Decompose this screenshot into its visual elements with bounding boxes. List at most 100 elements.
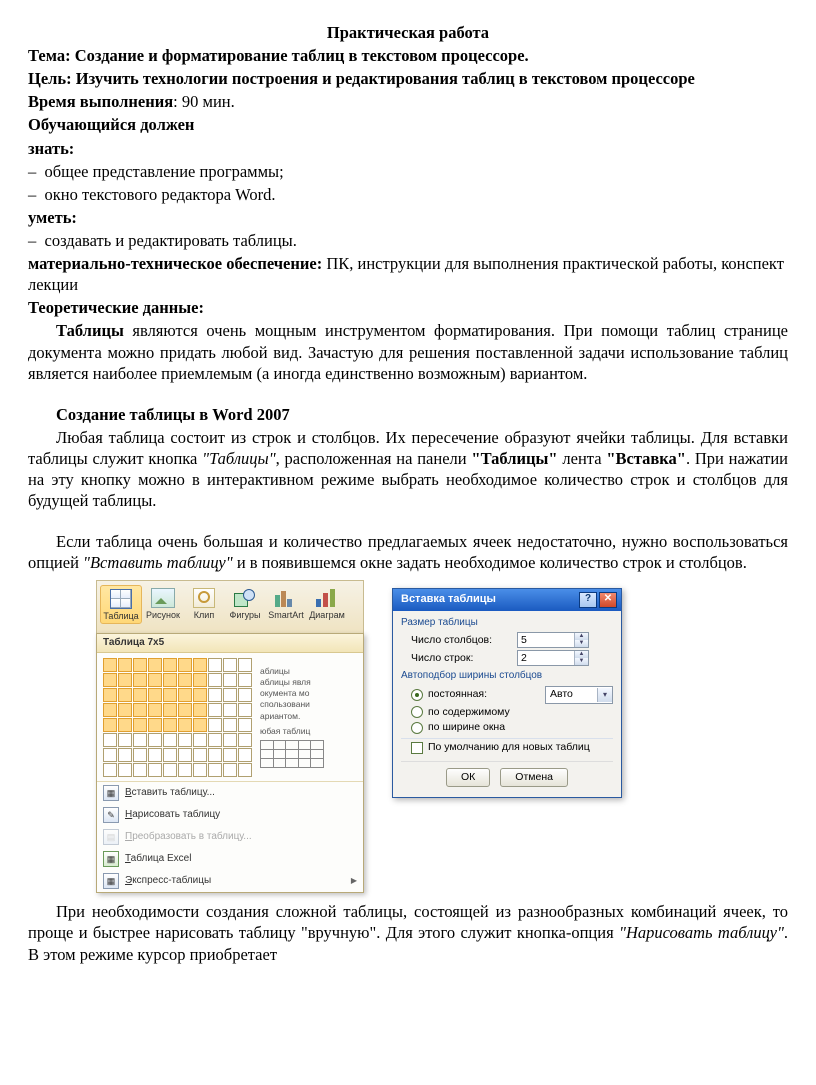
can-label: уметь: xyxy=(28,207,788,228)
radio-window[interactable]: по ширине окна xyxy=(411,721,613,734)
time-label: Время выполнения xyxy=(28,92,173,111)
doc-line: ариантом. xyxy=(260,711,324,722)
menu-label: Вставить таблицу... xyxy=(125,787,215,800)
ribbon-label: Таблица xyxy=(103,612,138,621)
chevron-right-icon: ▶ xyxy=(351,876,357,886)
picture-icon xyxy=(151,587,175,609)
section-heading: Создание таблицы в Word 2007 xyxy=(28,404,788,425)
p2-d: "Таблицы" xyxy=(471,449,557,468)
topic-text: Создание и форматирование таблиц в текст… xyxy=(75,46,529,65)
menu-draw-table[interactable]: ✎ Нарисовать таблицу xyxy=(97,804,363,826)
p2-b: "Таблицы" xyxy=(202,449,275,468)
combo-value: Авто xyxy=(546,687,597,702)
know-label: знать: xyxy=(28,138,788,159)
menu-label: Нарисовать таблицу xyxy=(125,809,220,822)
spin-up-icon[interactable]: ▲ xyxy=(574,651,588,658)
help-button[interactable]: ? xyxy=(579,592,597,608)
p2-f: "Вставка" xyxy=(606,449,686,468)
insert-table-dialog-figure: Вставка таблицы ? ✕ Размер таблицы Число… xyxy=(392,588,622,799)
ribbon-label: Диаграм xyxy=(309,611,345,620)
menu-insert-table[interactable]: ▦Вставить таблицу... xyxy=(97,782,363,804)
goal-line: Цель: Изучить технологии построения и ре… xyxy=(28,68,788,89)
smartart-icon xyxy=(274,587,298,609)
close-button[interactable]: ✕ xyxy=(599,592,617,608)
table-size-grid[interactable] xyxy=(103,658,252,777)
p1-lead: Таблицы xyxy=(56,321,124,340)
flyout-header: Таблица 7x5 xyxy=(97,634,363,654)
pencil-icon: ✎ xyxy=(103,807,119,823)
ribbon-chart-button[interactable]: Диаграм xyxy=(307,585,347,624)
doc-line: спользовани xyxy=(260,699,324,710)
radio-label: по содержимому xyxy=(428,706,510,719)
radio-fixed[interactable]: постоянная: Авто▾ xyxy=(411,686,613,703)
ribbon-label: Рисунок xyxy=(146,611,180,620)
group-size-label: Размер таблицы xyxy=(401,617,613,630)
time-value: : 90 мин. xyxy=(173,92,235,111)
radio-contents[interactable]: по содержимому xyxy=(411,706,613,719)
time-line: Время выполнения: 90 мин. xyxy=(28,91,788,112)
radio-icon xyxy=(411,689,423,701)
table-icon xyxy=(109,588,133,610)
document-title: Практическая работа xyxy=(28,22,788,43)
dialog-body: Размер таблицы Число столбцов: ▲▼ Число … xyxy=(393,611,621,798)
fixed-width-combo[interactable]: Авто▾ xyxy=(545,686,613,703)
p1-body: являются очень мощным инструментом форма… xyxy=(28,321,788,382)
resources-label: материально-техническое обеспечение: xyxy=(28,254,322,273)
doc-line: аблицы явля xyxy=(260,677,324,688)
doc-preview-table xyxy=(260,740,324,768)
menu-label: Преобразовать в таблицу... xyxy=(125,831,252,844)
paragraph-3: Если таблица очень большая и количество … xyxy=(28,531,788,573)
resources-line: материально-техническое обеспечение: ПК,… xyxy=(28,253,788,295)
rows-label: Число строк: xyxy=(411,652,511,665)
word-ribbon-figure: Таблица Рисунок Клип Фигуры SmartArt Диа… xyxy=(96,580,364,894)
know-item: окно текстового редактора Word. xyxy=(28,184,788,205)
paragraph-1: Таблицы являются очень мощным инструмент… xyxy=(28,320,788,383)
figures-row: Таблица Рисунок Клип Фигуры SmartArt Диа… xyxy=(96,580,788,894)
spin-up-icon[interactable]: ▲ xyxy=(574,633,588,640)
default-checkbox[interactable]: По умолчанию для новых таблиц xyxy=(411,741,613,754)
ribbon-picture-button[interactable]: Рисунок xyxy=(143,585,183,624)
doc-preview: аблицы аблицы явля окумента мо спользова… xyxy=(260,658,324,777)
menu-quick-tables[interactable]: ▦Экспресс-таблицы▶ xyxy=(97,870,363,892)
p3-c: и в появившемся окне задать необходимое … xyxy=(233,553,747,572)
cols-input[interactable] xyxy=(518,633,574,647)
doc-line: окумента мо xyxy=(260,688,324,699)
paragraph-4: При необходимости создания сложной табли… xyxy=(28,901,788,964)
paragraph-2: Любая таблица состоит из строк и столбцо… xyxy=(28,427,788,511)
goal-text: Изучить технологии построения и редактир… xyxy=(76,69,695,88)
excel-icon: ▦ xyxy=(103,851,119,867)
ribbon-shapes-button[interactable]: Фигуры xyxy=(225,585,265,624)
ribbon-smartart-button[interactable]: SmartArt xyxy=(266,585,306,624)
spin-down-icon[interactable]: ▼ xyxy=(574,640,588,647)
menu-excel-table[interactable]: ▦ Таблица Excel xyxy=(97,848,363,870)
shapes-icon xyxy=(233,587,257,609)
rows-spinner[interactable]: ▲▼ xyxy=(517,650,589,666)
menu-convert-table: ▤Преобразовать в таблицу... xyxy=(97,826,363,848)
learner-heading: Обучающийся должен xyxy=(28,114,788,135)
menu-label: Таблица Excel xyxy=(125,853,191,866)
goal-label: Цель: xyxy=(28,69,72,88)
topic-label: Тема: xyxy=(28,46,71,65)
table-flyout: Таблица 7x5 аблицы аблицы явля окумента … xyxy=(96,633,364,894)
ribbon-clip-button[interactable]: Клип xyxy=(184,585,224,624)
group-autofit-label: Автоподбор ширины столбцов xyxy=(401,670,613,683)
dialog-title: Вставка таблицы xyxy=(401,592,496,606)
dialog-titlebar: Вставка таблицы ? ✕ xyxy=(393,589,621,611)
theory-heading: Теоретические данные: xyxy=(28,297,788,318)
ribbon-table-button[interactable]: Таблица xyxy=(100,585,142,624)
rows-input[interactable] xyxy=(518,651,574,665)
p2-c: , расположенная на панели xyxy=(276,449,472,468)
cancel-button[interactable]: Отмена xyxy=(500,768,568,787)
doc-line: аблицы xyxy=(260,666,324,677)
checkbox-label: По умолчанию для новых таблиц xyxy=(428,741,590,754)
flyout-menu: ▦Вставить таблицу... ✎Нарисовать таблицу… xyxy=(97,781,363,892)
spin-down-icon[interactable]: ▼ xyxy=(574,658,588,665)
ok-button[interactable]: ОК xyxy=(446,768,490,787)
radio-icon xyxy=(411,706,423,718)
know-item: общее представление программы; xyxy=(28,161,788,182)
ribbon-label: Фигуры xyxy=(229,611,260,620)
cols-spinner[interactable]: ▲▼ xyxy=(517,632,589,648)
checkbox-icon xyxy=(411,742,423,754)
ribbon-insert-tab: Таблица Рисунок Клип Фигуры SmartArt Диа… xyxy=(96,580,364,634)
cols-label: Число столбцов: xyxy=(411,634,511,647)
